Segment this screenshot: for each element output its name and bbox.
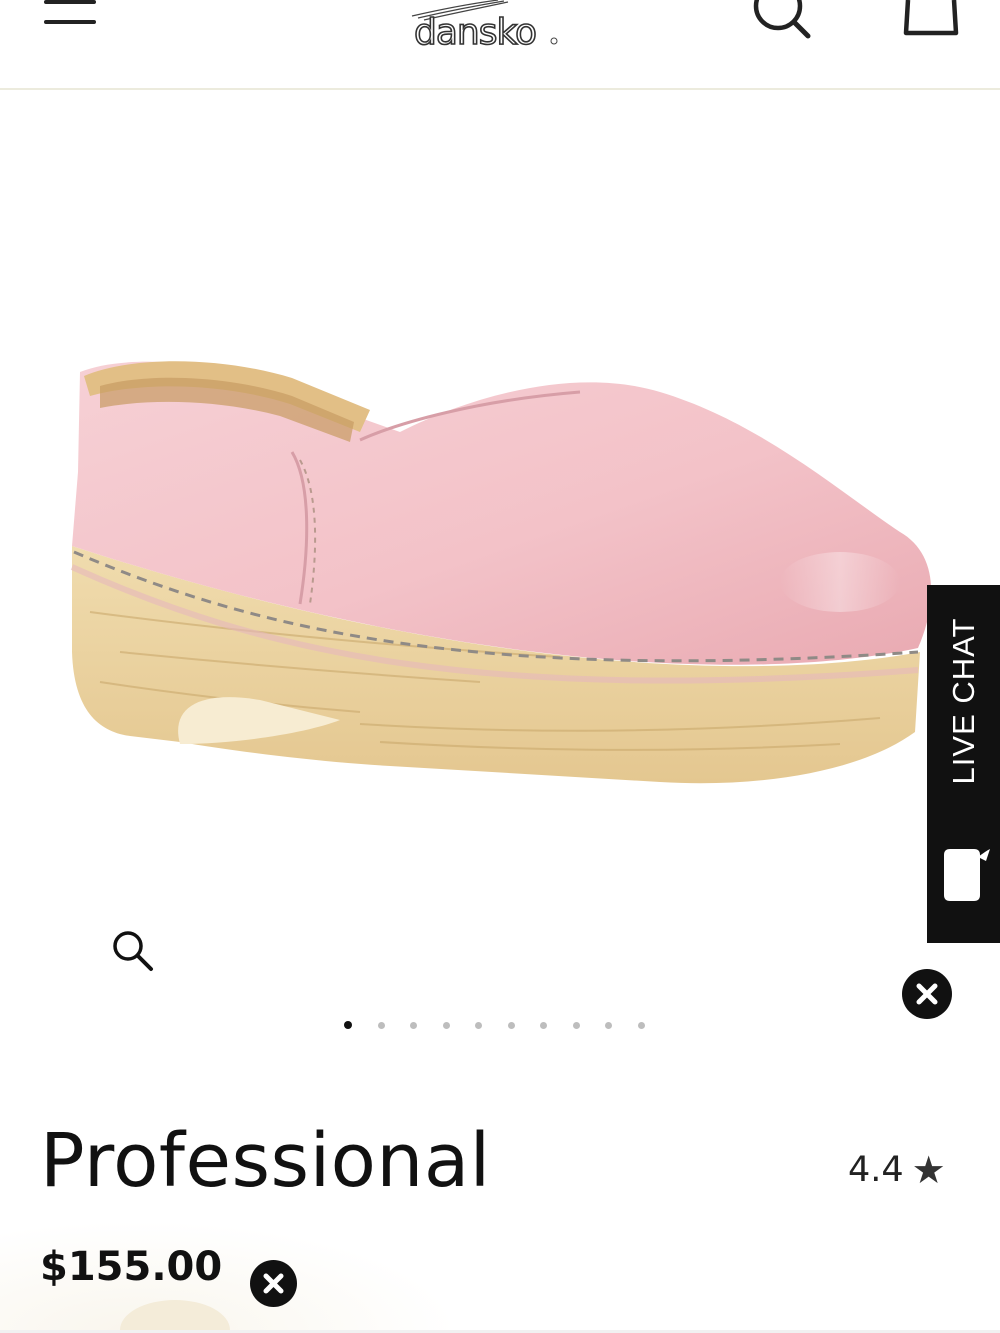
- chat-bubble-icon: [944, 849, 990, 901]
- carousel-dot[interactable]: [572, 1021, 580, 1029]
- search-icon[interactable]: [748, 0, 812, 40]
- site-header: dansko: [0, 0, 1000, 90]
- carousel-dot[interactable]: [344, 1021, 352, 1029]
- product-image[interactable]: [60, 352, 940, 812]
- close-live-chat-button[interactable]: [902, 969, 952, 1019]
- carousel-dot[interactable]: [605, 1021, 612, 1029]
- close-promo-button[interactable]: [250, 1260, 297, 1307]
- carousel-dot[interactable]: [507, 1021, 515, 1029]
- zoom-icon[interactable]: [110, 928, 154, 972]
- carousel-dot[interactable]: [540, 1021, 547, 1029]
- carousel-dot[interactable]: [410, 1021, 417, 1029]
- product-rating[interactable]: 4.4 ★: [848, 1150, 946, 1190]
- dansko-logo[interactable]: dansko: [408, 0, 558, 60]
- carousel-dot[interactable]: [442, 1021, 450, 1029]
- hamburger-menu-icon[interactable]: [44, 0, 96, 28]
- live-chat-tab[interactable]: LIVE CHAT: [927, 585, 1000, 943]
- product-price: $155.00: [40, 1244, 223, 1290]
- product-image-gallery[interactable]: [0, 92, 1000, 1052]
- live-chat-label: LIVE CHAT: [946, 617, 981, 785]
- close-icon: [263, 1273, 284, 1294]
- carousel-dot[interactable]: [637, 1021, 645, 1029]
- star-icon: ★: [911, 1148, 946, 1192]
- shopping-bag-icon[interactable]: [900, 0, 960, 40]
- logo-wordmark: dansko: [413, 11, 538, 54]
- close-icon: [916, 983, 938, 1005]
- rating-value: 4.4: [848, 1150, 904, 1190]
- carousel-dot[interactable]: [475, 1021, 482, 1029]
- product-title: Professional: [40, 1118, 491, 1204]
- carousel-pagination: [344, 1018, 670, 1032]
- carousel-dot[interactable]: [377, 1021, 385, 1029]
